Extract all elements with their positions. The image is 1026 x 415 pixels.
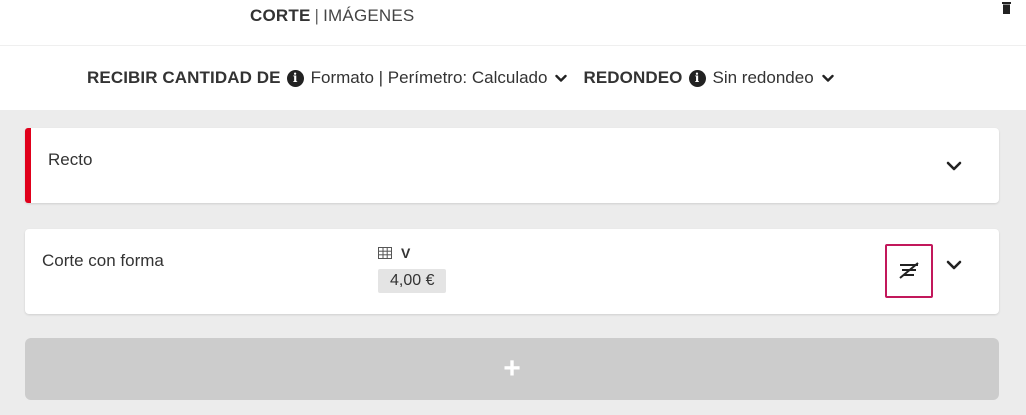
remove-filter-button[interactable] xyxy=(885,244,933,298)
rounding-label: REDONDEO xyxy=(583,68,683,87)
variant-indicator: V xyxy=(378,245,410,261)
cut-card-corte-con-forma[interactable]: Corte con forma V 4,00 € xyxy=(25,229,999,314)
info-icon[interactable]: i xyxy=(286,69,304,87)
top-bar: CORTE | IMÁGENES xyxy=(0,0,1026,46)
rounding-value[interactable]: Sin redondeo xyxy=(713,68,814,88)
receive-quantity-value[interactable]: Formato | Perímetro: Calculado xyxy=(311,68,548,88)
cut-options-panel: Recto Corte con forma V 4,00 € + xyxy=(0,110,1026,415)
grid-icon xyxy=(378,247,392,259)
no-filter-icon xyxy=(899,262,919,279)
tab-imagenes[interactable]: IMÁGENES xyxy=(323,6,414,25)
tab-separator: | xyxy=(314,6,320,25)
card-title: Corte con forma xyxy=(42,251,164,270)
tab-bar: CORTE | IMÁGENES xyxy=(250,6,414,26)
plus-icon: + xyxy=(503,352,521,385)
receive-quantity-label: RECIBIR CANTIDAD DE xyxy=(87,68,281,87)
card-title: Recto xyxy=(48,150,93,169)
variant-label: V xyxy=(401,245,411,261)
chevron-down-icon[interactable] xyxy=(945,259,963,271)
price-badge: 4,00 € xyxy=(378,269,447,293)
chevron-down-icon[interactable] xyxy=(555,72,568,84)
cut-card-recto[interactable]: Recto xyxy=(25,128,999,203)
chevron-down-icon[interactable] xyxy=(821,72,834,84)
chevron-down-icon[interactable] xyxy=(945,160,963,172)
info-icon[interactable]: i xyxy=(688,69,706,87)
options-row: RECIBIR CANTIDAD DE i Formato | Perímetr… xyxy=(87,68,850,88)
trash-icon[interactable] xyxy=(1001,2,1012,14)
options-bar: RECIBIR CANTIDAD DE i Formato | Perímetr… xyxy=(0,47,1026,110)
tab-corte[interactable]: CORTE xyxy=(250,6,311,25)
add-cut-button[interactable]: + xyxy=(25,338,999,400)
